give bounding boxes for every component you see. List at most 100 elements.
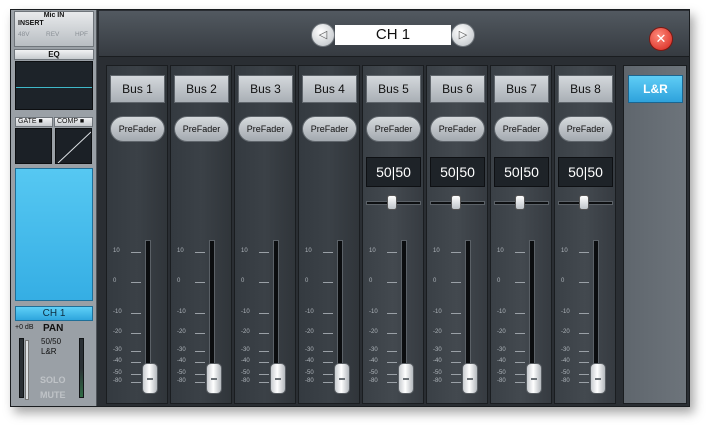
next-channel-button[interactable]: ▷ [451,23,475,47]
fader-scale-tick [195,382,205,383]
fader-scale-tick [195,374,205,375]
fader-scale-tick [195,313,205,314]
fader-scale-label: -30 [177,347,186,353]
comp-thumbnail[interactable] [55,128,92,164]
fader-scale-label: -10 [113,309,122,315]
hpf-label: HPF [75,31,88,38]
bus-3-prefader-button[interactable]: PreFader [238,116,293,142]
bus-4-prefader-button[interactable]: PreFader [302,116,357,142]
bus-1-button[interactable]: Bus 1 [110,75,165,103]
fader-scale-label: -80 [177,378,186,384]
bus-6-button[interactable]: Bus 6 [430,75,485,103]
bus-2-fader-handle[interactable] [206,363,222,394]
fader-scale-tick [259,382,269,383]
close-button[interactable]: ✕ [649,27,673,51]
bus-5-fader-handle[interactable] [398,363,414,394]
bus-5-pan-knob[interactable] [387,195,397,210]
fader-scale-label: 0 [241,278,245,284]
bus-6-prefader-button[interactable]: PreFader [430,116,485,142]
level-meter-right [79,338,84,398]
fader-scale-tick [323,252,333,253]
bus-8-prefader-button[interactable]: PreFader [558,116,613,142]
bus-1-prefader-button[interactable]: PreFader [110,116,165,142]
bus-8-button[interactable]: Bus 8 [558,75,613,103]
lr-assign-button[interactable]: L&R [628,75,683,103]
fader-scale-tick [195,333,205,334]
bus-6-pan-knob[interactable] [451,195,461,210]
bus-5-prefader-button[interactable]: PreFader [366,116,421,142]
fader-scale-tick [387,374,397,375]
bus-4-fader-handle[interactable] [334,363,350,394]
prev-channel-button[interactable]: ◁ [311,23,335,47]
gain-readout: +0 dB [15,324,34,331]
fader-scale-tick [131,362,141,363]
bus-3-button[interactable]: Bus 3 [238,75,293,103]
fader-scale-tick [259,374,269,375]
phantom-power-label: 48V [18,31,30,38]
fader-scale-label: -20 [177,329,186,335]
close-icon: ✕ [655,31,667,46]
mini-fader[interactable] [25,340,29,400]
fader-scale-tick [579,252,589,253]
bus-2-button[interactable]: Bus 2 [174,75,229,103]
fader-scale-label: -20 [113,329,122,335]
channel-color-panel[interactable] [15,168,93,301]
fader-scale-label: -50 [561,370,570,376]
fader-scale-label: -20 [305,329,314,335]
fader-scale-label: -30 [113,347,122,353]
gate-thumbnail[interactable] [15,128,52,164]
bus-strip-5: Bus 5 PreFader 50|50 10 0 -10 -20 -30 -40 -50 -80 [362,65,424,404]
fader-scale-tick [195,351,205,352]
bus-3-fader-handle[interactable] [270,363,286,394]
fader-scale-label: -50 [305,370,314,376]
fader-scale-label: 0 [497,278,501,284]
bus-7-fader-handle[interactable] [526,363,542,394]
fader-scale-tick [579,374,589,375]
bus-7-button[interactable]: Bus 7 [494,75,549,103]
fader-scale-label: -50 [369,370,378,376]
fader-scale-label: -10 [177,309,186,315]
fader-scale-label: -80 [241,378,250,384]
bus-5-button[interactable]: Bus 5 [366,75,421,103]
fader-scale-tick [259,362,269,363]
channel-name-label[interactable]: CH 1 [15,306,93,321]
bus-1-fader-handle[interactable] [142,363,158,394]
bus-7-pan-knob[interactable] [515,195,525,210]
channel-title: CH 1 [335,25,451,45]
bus-5-pan-readout: 50|50 [366,157,421,187]
fader-scale-label: 10 [497,248,504,254]
fader-scale-tick [259,313,269,314]
fader-scale-tick [131,351,141,352]
input-insert-panel[interactable]: Mic IN INSERT 48V REV HPF [14,11,94,47]
solo-button[interactable]: SOLO [40,375,66,385]
fader-scale-tick [515,351,525,352]
fader-scale-label: -30 [369,347,378,353]
fader-scale-tick [131,382,141,383]
fader-scale-tick [323,362,333,363]
fader-scale-tick [195,252,205,253]
comp-curve-icon [57,131,91,163]
fader-scale-tick [515,282,525,283]
bus-8-fader-handle[interactable] [590,363,606,394]
bus-6-fader-handle[interactable] [462,363,478,394]
fader-scale-label: 10 [561,248,568,254]
fader-scale-label: 10 [241,248,248,254]
bus-7-pan-readout: 50|50 [494,157,549,187]
bus-strip-2: Bus 2 PreFader 10 0 -10 -20 -30 -40 -50 -80 [170,65,232,404]
bus-8-pan-knob[interactable] [579,195,589,210]
fader-scale-label: -80 [433,378,442,384]
fader-scale-label: -40 [433,358,442,364]
fader-scale-tick [387,333,397,334]
fader-scale-label: -20 [561,329,570,335]
fader-scale-tick [451,313,461,314]
bus-2-prefader-button[interactable]: PreFader [174,116,229,142]
fader-scale-tick [195,362,205,363]
fader-scale-tick [387,351,397,352]
bus-4-button[interactable]: Bus 4 [302,75,357,103]
fader-scale-label: 0 [433,278,437,284]
fader-scale-label: -30 [241,347,250,353]
fader-scale-tick [579,382,589,383]
bus-7-prefader-button[interactable]: PreFader [494,116,549,142]
eq-thumbnail[interactable] [15,61,93,110]
mute-button[interactable]: MUTE [40,390,66,400]
